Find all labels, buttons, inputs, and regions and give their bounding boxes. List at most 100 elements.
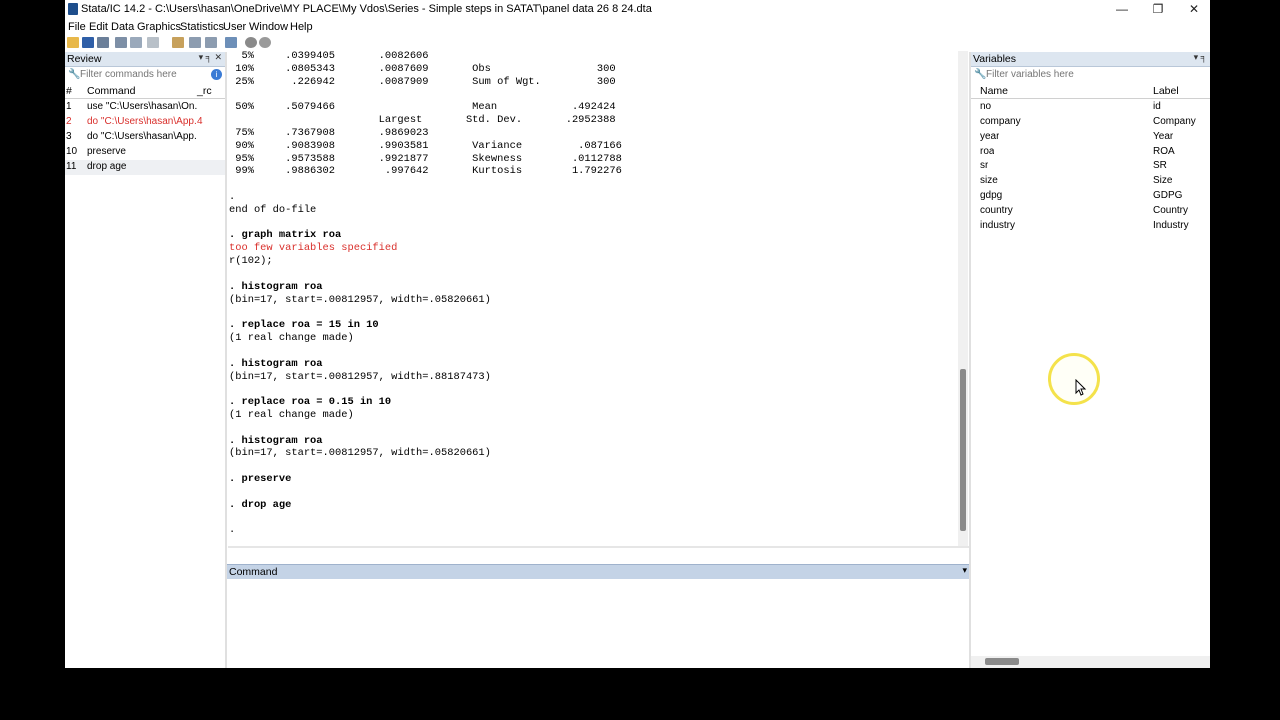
command-pin-icon[interactable]: ▾	[962, 565, 967, 576]
save-icon[interactable]	[82, 37, 94, 48]
variable-row[interactable]: year Year	[971, 130, 1210, 145]
results-line: . drop age	[229, 498, 292, 511]
results-window: 5% .0399405 .0082606 10% .0805343 .00876…	[228, 51, 972, 546]
command-input[interactable]	[227, 579, 969, 668]
data-editor-browse-icon[interactable]	[205, 37, 217, 48]
graph-icon[interactable]	[147, 37, 159, 48]
variable-row[interactable]: sr SR	[971, 159, 1210, 174]
results-line: (1 real change made)	[229, 408, 354, 421]
variable-label: id	[1153, 101, 1161, 112]
review-column-header: # Command _rc	[65, 84, 225, 99]
maximize-button[interactable]: ❐	[1140, 0, 1176, 19]
results-line: . graph matrix roa	[229, 229, 342, 242]
results-line: (bin=17, start=.00812957, width=.0582066…	[229, 447, 491, 460]
menu-file[interactable]: File	[68, 21, 86, 33]
review-col-command[interactable]: Command	[87, 85, 135, 97]
variable-row[interactable]: no id	[971, 100, 1210, 115]
review-row[interactable]: 10 preserve	[65, 145, 225, 160]
results-line: (1 real change made)	[229, 332, 354, 345]
info-icon[interactable]: i	[211, 69, 222, 80]
review-row-num: 10	[66, 146, 78, 157]
variables-manager-icon[interactable]	[225, 37, 237, 48]
print-icon[interactable]	[97, 37, 109, 48]
cursor-highlight	[1048, 353, 1100, 405]
variable-row[interactable]: size Size	[971, 174, 1210, 189]
close-button[interactable]: ✕	[1176, 0, 1212, 19]
open-icon[interactable]	[67, 37, 79, 48]
search-icon: 🔧	[68, 69, 81, 80]
results-line: too few variables specified	[229, 242, 398, 255]
review-row-command: do "C:\Users\hasan\App...	[87, 131, 197, 142]
review-pin-icon[interactable]: ▾ ╕ ✕	[199, 52, 222, 63]
log-icon[interactable]	[115, 37, 127, 48]
break-icon[interactable]	[259, 37, 271, 48]
more-icon[interactable]	[245, 37, 257, 48]
menu-data[interactable]: Data	[111, 21, 134, 33]
review-row-num: 2	[66, 116, 72, 127]
review-row-num: 1	[66, 101, 72, 112]
command-title: Command	[229, 566, 278, 578]
data-editor-edit-icon[interactable]	[189, 37, 201, 48]
variables-title: Variables	[973, 53, 1016, 65]
viewer-icon[interactable]	[130, 37, 142, 48]
review-title: Review	[67, 53, 102, 65]
results-line: . replace roa = 0.15 in 10	[229, 396, 392, 409]
variable-name: country	[980, 204, 1013, 216]
review-row-command: do "C:\Users\hasan\App...	[87, 116, 197, 127]
menu-statistics[interactable]: Statistics	[180, 21, 224, 33]
results-line: . histogram roa	[229, 434, 323, 447]
variable-label: SR	[1153, 160, 1167, 172]
minimize-button[interactable]: —	[1104, 0, 1140, 19]
review-row-num: 3	[66, 131, 72, 142]
results-bottom-border	[228, 546, 970, 548]
do-file-editor-icon[interactable]	[172, 37, 184, 48]
variable-label: GDPG	[1153, 190, 1183, 202]
menu-bar: File Edit Data Graphics Statistics User …	[65, 19, 1210, 35]
variable-row[interactable]: country Country	[971, 204, 1210, 219]
title-bar: Stata/IC 14.2 - C:\Users\hasan\OneDrive\…	[65, 0, 1210, 19]
review-row-command: use "C:\Users\hasan\On...	[87, 101, 197, 112]
review-row[interactable]: 11 drop age	[65, 160, 225, 175]
results-scroll-thumb[interactable]	[960, 369, 966, 531]
variable-name: no	[980, 101, 992, 112]
results-line: (bin=17, start=.00812957, width=.0582066…	[229, 293, 491, 306]
variables-filter-input[interactable]	[986, 68, 1106, 81]
results-line: r(102);	[229, 255, 273, 268]
menu-edit[interactable]: Edit	[89, 21, 108, 33]
results-scrollbar[interactable]	[958, 51, 968, 546]
search-icon: 🔧	[974, 69, 987, 80]
results-line: (bin=17, start=.00812957, width=.8818747…	[229, 370, 491, 383]
results-line: 90% .9083908 .9903581 Variance .087166	[229, 139, 622, 152]
variables-hscroll-thumb[interactable]	[985, 658, 1019, 665]
variables-col-label[interactable]: Label	[1153, 85, 1179, 97]
variable-row[interactable]: gdpg GDPG	[971, 189, 1210, 204]
variable-row[interactable]: industry Industry	[971, 219, 1210, 234]
results-line: 25% .226942 .0087909 Sum of Wgt. 300	[229, 75, 616, 88]
menu-user[interactable]: User	[223, 21, 246, 33]
menu-window[interactable]: Window	[249, 21, 288, 33]
variables-pin-icon[interactable]: ▾ ╕	[1194, 52, 1207, 63]
variable-row[interactable]: roa ROA	[971, 145, 1210, 160]
variables-hscrollbar[interactable]	[971, 656, 1210, 668]
menu-graphics[interactable]: Graphics	[137, 21, 181, 33]
review-row-rc: 4	[197, 116, 203, 127]
review-row[interactable]: 3 do "C:\Users\hasan\App...	[65, 130, 225, 145]
review-filter-input[interactable]	[80, 68, 200, 81]
variable-label: Company	[1153, 115, 1196, 127]
review-col-num[interactable]: #	[66, 85, 72, 97]
menu-help[interactable]: Help	[290, 21, 313, 33]
review-row[interactable]: 2 do "C:\Users\hasan\App... 4	[65, 115, 225, 130]
variable-name: year	[980, 130, 1000, 142]
results-line: 10% .0805343 .0087609 Obs 300	[229, 62, 616, 75]
results-line: .	[229, 524, 236, 537]
variables-col-name[interactable]: Name	[980, 85, 1008, 97]
results-line: end of do-file	[229, 203, 317, 216]
review-col-rc[interactable]: _rc	[197, 85, 212, 97]
variable-label: Size	[1153, 175, 1173, 187]
variable-name: roa	[980, 145, 995, 157]
variable-label: Year	[1153, 130, 1174, 142]
review-row[interactable]: 1 use "C:\Users\hasan\On...	[65, 100, 225, 115]
results-line: 50% .5079466 Mean .492424	[229, 101, 616, 114]
results-line: 99% .9886302 .997642 Kurtosis 1.792276	[229, 165, 622, 178]
variable-row[interactable]: company Company	[971, 115, 1210, 130]
